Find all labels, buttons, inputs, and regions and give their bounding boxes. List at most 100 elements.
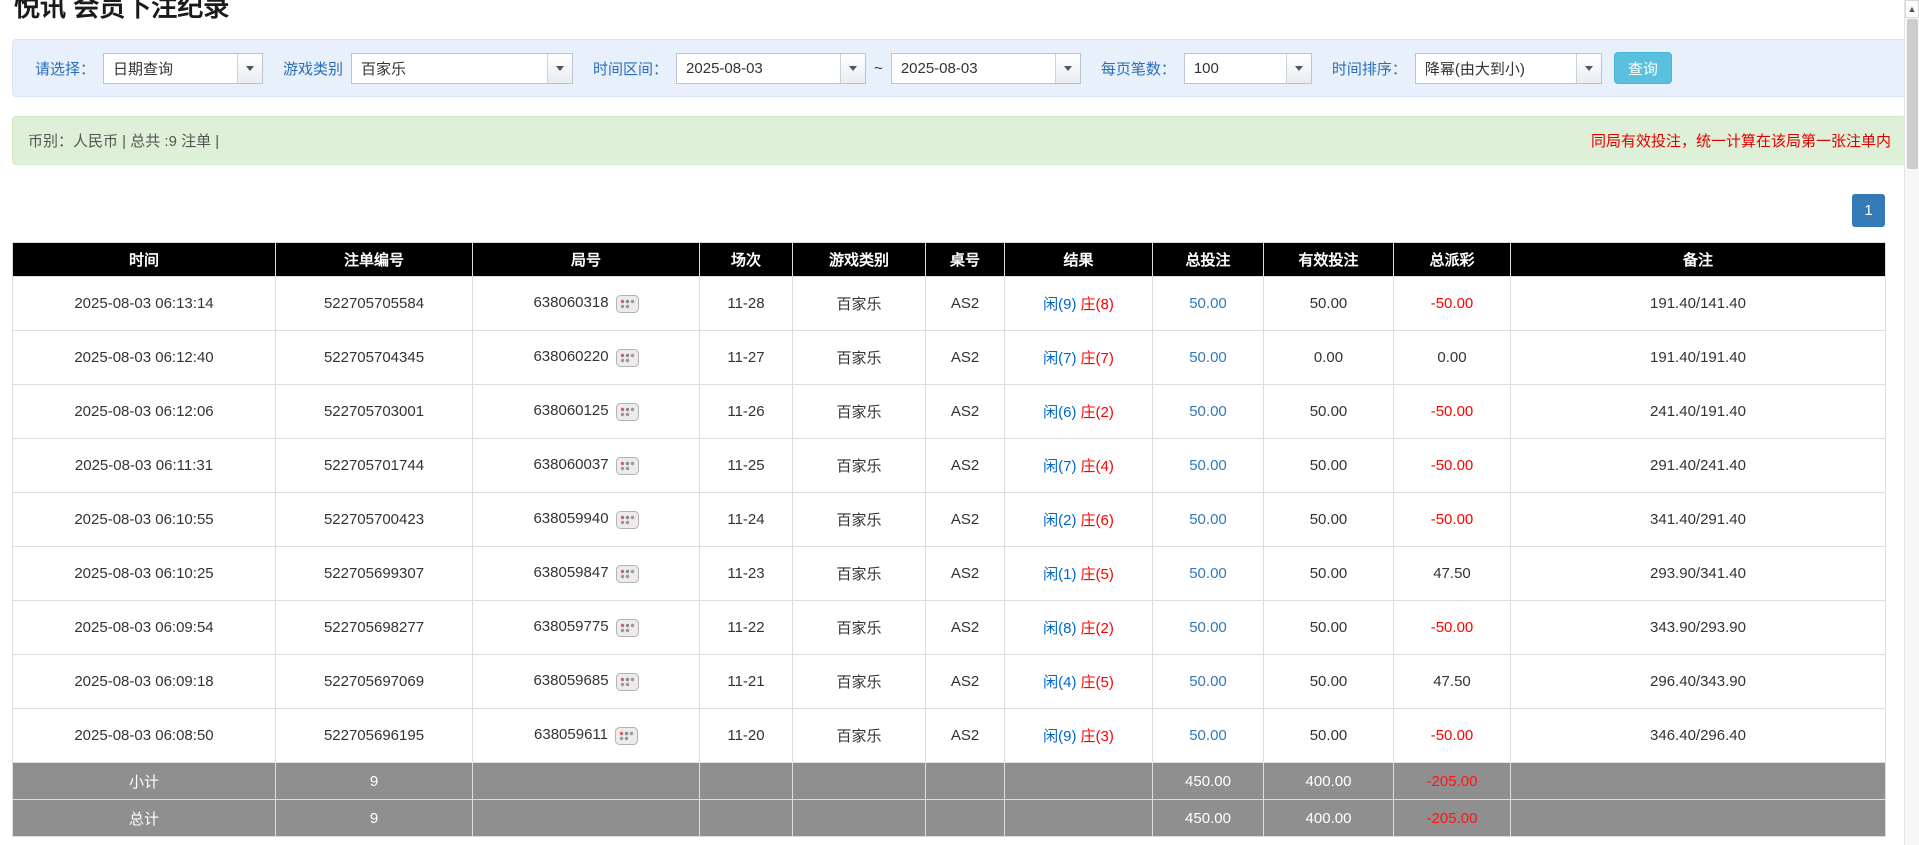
subtotal-total-bet: 450.00 [1152,762,1264,800]
cell-session: 11-26 [699,384,793,439]
cell-bet-id: 522705696195 [275,708,473,763]
cell-valid-bet: 50.00 [1263,654,1394,709]
cell-valid-bet: 0.00 [1263,330,1394,385]
cell-note: 191.40/141.40 [1510,276,1886,331]
cell-total-bet: 50.00 [1152,600,1264,655]
sort-order-value: 降幂(由大到小) [1424,60,1525,78]
result-player: 闲(4) [1043,674,1077,691]
roadmap-icon[interactable] [615,618,639,637]
total-label: 总计 [12,799,276,837]
roadmap-icon[interactable] [614,726,638,745]
summary-note-text: 同局有效投注，统一计算在该局第一张注单内 [1590,133,1891,150]
header-note: 备注 [1510,242,1886,277]
cell-total-bet: 50.00 [1152,546,1264,601]
cell-session: 11-20 [699,708,793,763]
date-to-input[interactable]: 2025-08-03 [890,52,1081,84]
cell-bet-id: 522705705584 [275,276,473,331]
cell-game-type: 百家乐 [792,654,926,709]
search-button[interactable]: 查询 [1613,52,1672,84]
roadmap-icon[interactable] [615,294,639,313]
scrollbar-thumb[interactable] [1907,19,1918,169]
roadmap-icon[interactable] [615,456,639,475]
result-player: 闲(7) [1043,458,1077,475]
table-row: 2025-08-03 06:10:55 522705700423 6380599… [12,492,1886,547]
cell-bet-id: 522705699307 [275,546,473,601]
caret-down-icon[interactable] [547,53,573,83]
scroll-up-icon[interactable]: ▲ [1905,0,1919,18]
cell-bet-id: 522705700423 [275,492,473,547]
cell-total-bet: 50.00 [1152,384,1264,439]
cell-note: 346.40/296.40 [1510,708,1886,763]
table-row: 2025-08-03 06:12:40 522705704345 6380602… [12,330,1886,385]
round-number: 638060318 [533,294,609,312]
cell-round: 638060125 [472,384,700,439]
summary-total-text: 币别：人民币 | 总共 :9 注单 | [28,133,220,150]
result-player: 闲(2) [1043,512,1077,529]
cell-total-bet: 50.00 [1152,708,1264,763]
caret-down-icon[interactable] [1285,53,1311,83]
cell-time: 2025-08-03 06:12:40 [12,330,276,385]
roadmap-icon[interactable] [615,402,639,421]
cell-table-no: AS2 [925,438,1005,493]
cell-valid-bet: 50.00 [1263,438,1394,493]
total-valid-bet: 400.00 [1263,799,1394,837]
result-player: 闲(7) [1043,350,1077,367]
cell-session: 11-24 [699,492,793,547]
cell-round: 638059940 [472,492,700,547]
result-player: 闲(8) [1043,620,1077,637]
table-row: 2025-08-03 06:11:31 522705701744 6380600… [12,438,1886,493]
query-type-select[interactable]: 日期查询 [103,52,264,84]
cell-result: 闲(6) 庄(2) [1004,384,1153,439]
cell-table-no: AS2 [925,654,1005,709]
result-banker: 庄(7) [1080,350,1114,367]
cell-note: 191.40/191.40 [1510,330,1886,385]
cell-table-no: AS2 [925,384,1005,439]
caret-down-icon[interactable] [840,53,866,83]
total-row: 总计 9 450.00 400.00 -205.00 [12,799,1886,837]
vertical-scrollbar[interactable]: ▲ [1904,0,1919,845]
roadmap-icon[interactable] [615,348,639,367]
roadmap-icon[interactable] [615,672,639,691]
cell-note: 241.40/191.40 [1510,384,1886,439]
date-from-input[interactable]: 2025-08-03 [676,52,867,84]
round-number: 638059940 [533,510,609,528]
cell-time: 2025-08-03 06:08:50 [12,708,276,763]
per-page-value: 100 [1193,59,1219,77]
table-header-row: 时间 注单编号 局号 场次 游戏类别 桌号 结果 总投注 有效投注 总派彩 备注 [12,242,1886,277]
total-total-bet: 450.00 [1152,799,1264,837]
cell-table-no: AS2 [925,330,1005,385]
table-row: 2025-08-03 06:09:18 522705697069 6380596… [12,654,1886,709]
caret-down-icon[interactable] [1575,53,1601,83]
round-number: 638059685 [533,672,609,690]
roadmap-icon[interactable] [615,564,639,583]
total-count: 9 [275,799,473,837]
game-type-select[interactable]: 百家乐 [351,52,574,84]
cell-result: 闲(1) 庄(5) [1004,546,1153,601]
result-player: 闲(9) [1043,296,1077,313]
cell-time: 2025-08-03 06:10:25 [12,546,276,601]
cell-payout: -50.00 [1393,600,1511,655]
cell-valid-bet: 50.00 [1263,708,1394,763]
cell-time: 2025-08-03 06:12:06 [12,384,276,439]
per-page-select[interactable]: 100 [1183,52,1312,84]
table-row: 2025-08-03 06:08:50 522705696195 6380596… [12,708,1886,763]
subtotal-payout: -205.00 [1393,762,1511,800]
roadmap-icon[interactable] [615,510,639,529]
select-type-label: 请选择： [35,60,96,78]
bet-records-table: 时间 注单编号 局号 场次 游戏类别 桌号 结果 总投注 有效投注 总派彩 备注… [12,242,1886,837]
cell-round: 638060318 [472,276,700,331]
cell-game-type: 百家乐 [792,546,926,601]
time-range-label: 时间区间： [593,60,669,78]
cell-result: 闲(9) 庄(8) [1004,276,1153,331]
cell-round: 638060037 [472,438,700,493]
cell-total-bet: 50.00 [1152,438,1264,493]
cell-table-no: AS2 [925,492,1005,547]
sort-order-select[interactable]: 降幂(由大到小) [1414,52,1602,84]
page-1-button[interactable]: 1 [1852,194,1885,227]
cell-time: 2025-08-03 06:11:31 [12,438,276,493]
header-bet-id: 注单编号 [275,242,473,277]
cell-payout: 47.50 [1393,546,1511,601]
cell-bet-id: 522705697069 [275,654,473,709]
caret-down-icon[interactable] [237,53,263,83]
caret-down-icon[interactable] [1054,53,1080,83]
